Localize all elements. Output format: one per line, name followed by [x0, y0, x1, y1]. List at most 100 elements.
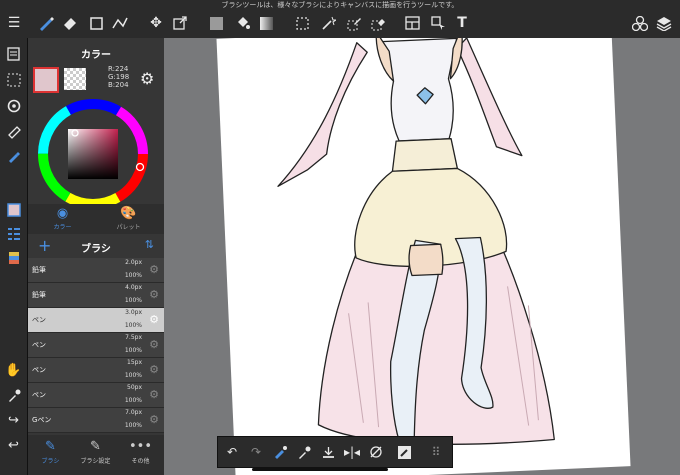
flip-icon[interactable]: ▸|◂ — [342, 442, 362, 462]
selection-icon[interactable] — [3, 70, 24, 90]
panel-bottom-tabs: ✎ ブラシ ✎ ブラシ設定 ••• その他 — [28, 435, 164, 475]
main-color-swatch[interactable] — [33, 67, 59, 93]
eyedropper-button-icon[interactable] — [294, 442, 314, 462]
undo-button-icon[interactable]: ↶ — [222, 442, 242, 462]
operation-tool-icon[interactable] — [428, 13, 448, 33]
frame-divide-icon[interactable] — [402, 13, 422, 33]
brush-size: 15px — [127, 359, 142, 366]
brush-gear-icon[interactable]: ⚙ — [149, 338, 159, 351]
brush-opacity: 100% — [124, 322, 142, 329]
side-panel: カラー R:224 G:198 B:204 ⚙ ◉ カラー 🎨 パレット + ブ… — [28, 38, 164, 475]
brush-name: 鉛筆 — [32, 266, 46, 274]
brush-opacity: 100% — [124, 422, 142, 429]
brush-row[interactable]: 鉛筆 4.0px 100% ⚙ — [28, 283, 164, 308]
tab-palette[interactable]: 🎨 パレット — [106, 206, 151, 231]
pen-pressure-icon[interactable] — [3, 146, 24, 166]
sub-color-swatch[interactable] — [64, 68, 86, 90]
brush-opacity: 100% — [124, 347, 142, 354]
gradient-tool-icon[interactable] — [256, 13, 276, 33]
transform-tool-icon[interactable] — [170, 13, 190, 33]
rgb-g-value: G:198 — [108, 73, 130, 81]
brush-row[interactable]: ペン 3.0px 100% ⚙ — [28, 308, 164, 333]
brush-name: ペン — [32, 391, 46, 399]
select-pen-icon[interactable] — [344, 13, 364, 33]
canvas-paper[interactable] — [216, 38, 631, 475]
color-tab-icon: ◉ — [56, 206, 69, 221]
rotate-icon[interactable] — [3, 96, 24, 116]
layers-icon[interactable] — [654, 13, 674, 33]
bucket-tool-icon[interactable] — [232, 13, 252, 33]
material-panel-icon[interactable] — [3, 248, 24, 268]
brush-gear-icon[interactable]: ⚙ — [149, 413, 159, 426]
brush-name: ペン — [32, 341, 46, 349]
tab-other[interactable]: ••• その他 — [118, 438, 163, 465]
brush-gear-icon[interactable]: ⚙ — [149, 313, 159, 326]
page-manager-icon[interactable] — [3, 44, 24, 64]
magic-wand-icon[interactable] — [318, 13, 338, 33]
brush-row[interactable]: ペン 50px 100% ⚙ — [28, 383, 164, 408]
home-indicator — [252, 468, 388, 471]
brush-name: ペン — [32, 366, 46, 374]
select-rect-icon[interactable] — [292, 13, 312, 33]
brush-gear-icon[interactable]: ⚙ — [149, 263, 159, 276]
ruler-icon[interactable] — [3, 122, 24, 142]
brush-settings-icon: ✎ — [90, 439, 101, 454]
rgb-r-value: R:224 — [108, 65, 129, 73]
brush-size: 3.0px — [125, 309, 142, 316]
more-icon: ••• — [128, 439, 152, 454]
brush-row[interactable]: Gペン 7.0px 100% ⚙ — [28, 408, 164, 433]
color-wheel[interactable] — [36, 97, 150, 211]
brush-row[interactable]: ペン 7.5px 100% ⚙ — [28, 333, 164, 358]
curve-tool-icon[interactable] — [110, 13, 130, 33]
color-panel-icon[interactable] — [3, 200, 24, 220]
select-eraser-icon[interactable] — [368, 13, 388, 33]
tab-brush[interactable]: ✎ ブラシ — [28, 438, 73, 465]
color-settings-gear-icon[interactable]: ⚙ — [140, 69, 154, 88]
brush-list: 鉛筆 2.0px 100% ⚙ 鉛筆 4.0px 100% ⚙ ペン 3.0px 100% ⚙ ペン 7.… — [28, 258, 164, 435]
fill-color-icon[interactable] — [206, 13, 226, 33]
move-tool-icon[interactable]: ✥ — [146, 13, 166, 33]
rgb-b-value: B:204 — [108, 81, 129, 89]
import-icon[interactable] — [318, 442, 338, 462]
brush-name: 鉛筆 — [32, 291, 46, 299]
menu-icon[interactable]: ☰ — [4, 13, 24, 33]
sort-brush-icon[interactable]: ⇅ — [145, 238, 154, 251]
eraser-tool-icon[interactable] — [60, 13, 80, 33]
grid-menu-icon[interactable]: ⠿ — [426, 442, 446, 462]
brush-gear-icon[interactable]: ⚙ — [149, 388, 159, 401]
tab-color[interactable]: ◉ カラー — [40, 206, 85, 231]
illustration — [277, 38, 555, 445]
layer-panel-icon[interactable] — [3, 224, 24, 244]
fill-mode-icon[interactable] — [270, 442, 290, 462]
brush-size: 50px — [127, 384, 142, 391]
brush-gear-icon[interactable]: ⚙ — [149, 288, 159, 301]
undo-icon[interactable]: ↩ — [3, 435, 24, 455]
brush-name: Gペン — [32, 416, 52, 424]
brush-name: ペン — [32, 316, 46, 324]
shape-tool-icon[interactable] — [86, 13, 106, 33]
brush-size: 7.5px — [125, 334, 142, 341]
canvas-area[interactable] — [164, 38, 680, 475]
brush-tool-icon[interactable] — [36, 13, 56, 33]
snap-off-icon[interactable] — [366, 442, 386, 462]
brush-row[interactable]: 鉛筆 2.0px 100% ⚙ — [28, 258, 164, 283]
redo-icon[interactable]: ↪ — [3, 410, 24, 430]
color-panel-title: カラー — [81, 50, 111, 61]
tab-brush-settings-label: ブラシ設定 — [80, 458, 111, 465]
tab-brush-label: ブラシ — [41, 458, 60, 465]
brush-opacity: 100% — [124, 297, 142, 304]
tab-brush-settings[interactable]: ✎ ブラシ設定 — [73, 438, 118, 465]
eyedropper-icon[interactable] — [3, 386, 24, 406]
materials-icon[interactable] — [630, 13, 650, 33]
brush-panel-title: ブラシ — [81, 244, 111, 255]
brush-gear-icon[interactable]: ⚙ — [149, 363, 159, 376]
hand-tool-icon[interactable]: ✋ — [3, 360, 24, 380]
tab-color-label: カラー — [53, 224, 72, 231]
brush-size: 2.0px — [125, 259, 142, 266]
brush-opacity: 100% — [124, 272, 142, 279]
brush-row[interactable]: ペン 15px 100% ⚙ — [28, 358, 164, 383]
brush-tab-icon: ✎ — [45, 439, 56, 454]
text-tool-icon[interactable]: T — [452, 13, 472, 33]
redo-button-icon[interactable]: ↷ — [246, 442, 266, 462]
edit-layer-icon[interactable] — [394, 442, 414, 462]
